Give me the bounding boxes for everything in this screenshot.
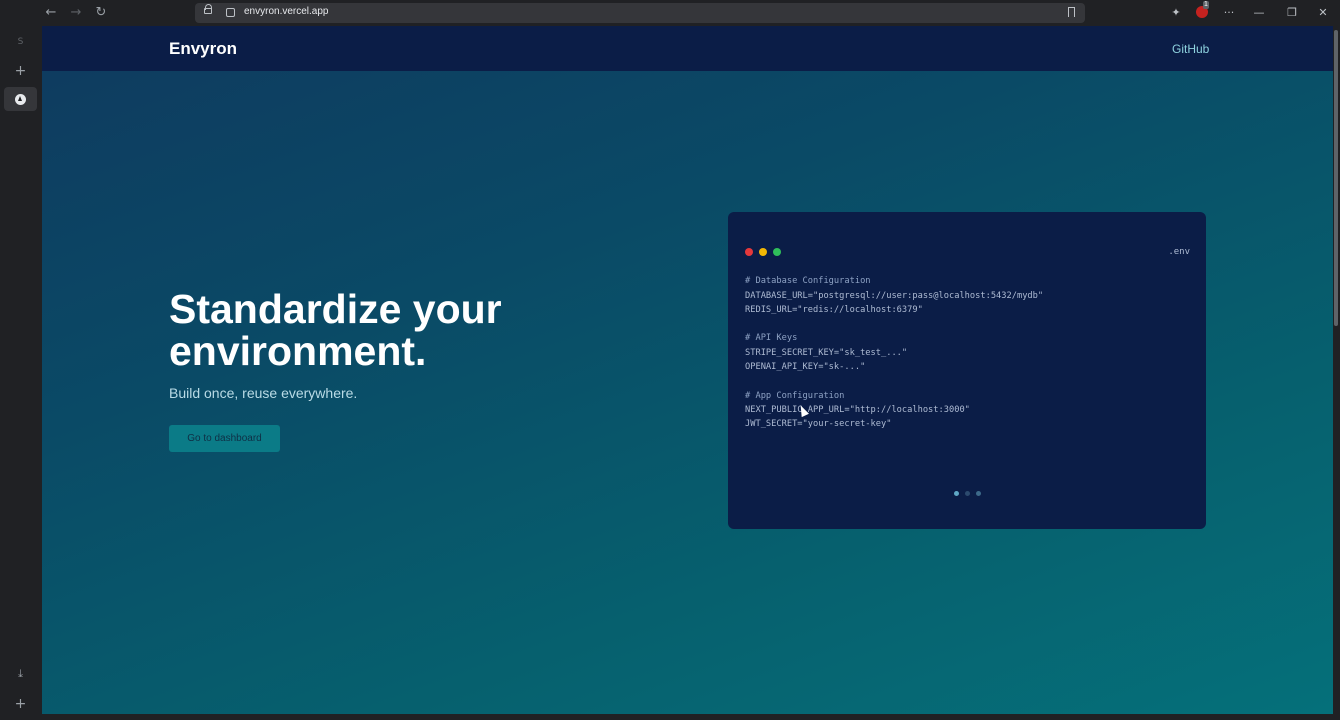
address-bar[interactable]: envyron.vercel.app xyxy=(195,3,1085,23)
code-line: NEXT_PUBLIC_APP_URL="http://localhost:30… xyxy=(745,405,970,415)
code-line: DATABASE_URL="postgresql://user:pass@loc… xyxy=(745,291,1044,301)
back-button[interactable]: ← xyxy=(42,4,60,22)
github-link[interactable]: GitHub xyxy=(1172,42,1209,56)
scrollbar-thumb[interactable] xyxy=(1334,30,1338,326)
reload-button[interactable]: ↻ xyxy=(92,4,110,22)
code-line: REDIS_URL="redis://localhost:6379" xyxy=(745,305,923,315)
url-text[interactable]: envyron.vercel.app xyxy=(244,6,329,17)
sidepanel-label: S xyxy=(17,37,24,47)
code-line: # API Keys xyxy=(745,333,798,343)
code-window: .env # Database Configuration DATABASE_U… xyxy=(728,212,1206,529)
vercel-icon[interactable] xyxy=(4,87,37,111)
more-icon[interactable]: ··· xyxy=(1220,4,1238,22)
hero-title: Standardize your environment. xyxy=(169,286,502,374)
page-scrollbar[interactable] xyxy=(1333,26,1340,714)
side-panel: S + ⤓ + xyxy=(0,26,41,720)
forward-button[interactable]: → xyxy=(67,4,85,22)
browser-toolbar: ← → ↻ envyron.vercel.app ✦ 1 ··· — ❐ ✕ xyxy=(0,0,1340,26)
window-dot-red xyxy=(745,248,753,256)
site-header: Envyron GitHub xyxy=(42,26,1333,71)
extension-badge: 1 xyxy=(1203,1,1209,9)
restore-icon[interactable]: ❐ xyxy=(1283,4,1301,22)
hero-subtitle: Build once, reuse everywhere. xyxy=(169,385,358,401)
window-dot-yellow xyxy=(759,248,767,256)
extension-icon[interactable]: 1 xyxy=(1196,1,1209,18)
minimize-icon[interactable]: — xyxy=(1250,4,1268,22)
web-viewport: Envyron GitHub Standardize your environm… xyxy=(42,26,1333,714)
site-settings-icon[interactable] xyxy=(226,8,235,17)
slide-indicator-dot[interactable] xyxy=(954,491,959,496)
go-to-dashboard-button[interactable]: Go to dashboard xyxy=(169,425,280,452)
code-line: STRIPE_SECRET_KEY="sk_test_..." xyxy=(745,348,908,358)
filename-label: .env xyxy=(1168,247,1190,257)
brand-logo[interactable]: Envyron xyxy=(169,39,237,59)
code-line: OPENAI_API_KEY="sk-..." xyxy=(745,362,866,372)
close-icon[interactable]: ✕ xyxy=(1314,4,1332,22)
code-line: # Database Configuration xyxy=(745,276,871,286)
slide-indicator-dot[interactable] xyxy=(965,491,970,496)
plus-icon[interactable]: + xyxy=(4,692,37,716)
code-line: JWT_SECRET="your-secret-key" xyxy=(745,419,892,429)
bookmark-icon[interactable] xyxy=(1068,7,1075,17)
code-line: # App Configuration xyxy=(745,391,845,401)
lock-icon[interactable] xyxy=(204,4,212,14)
puzzle-icon[interactable]: ✦ xyxy=(1167,4,1185,22)
download-icon[interactable]: ⤓ xyxy=(4,662,37,686)
slide-indicator-dot[interactable] xyxy=(976,491,981,496)
plus-icon[interactable]: + xyxy=(4,59,37,83)
window-dot-green xyxy=(773,248,781,256)
